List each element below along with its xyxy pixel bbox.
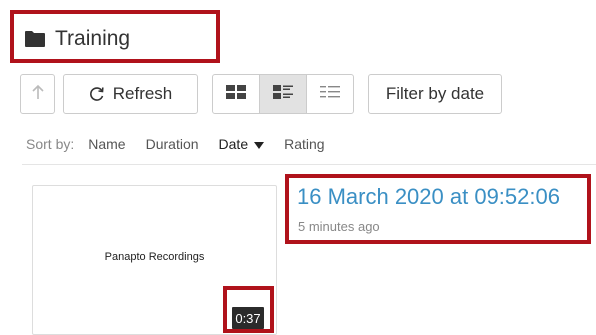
duration-badge: 0:37	[232, 307, 264, 329]
caret-down-icon	[254, 141, 265, 149]
refresh-button[interactable]: Refresh	[63, 74, 198, 114]
list-view-button[interactable]	[306, 74, 354, 114]
folder-header: Training	[24, 26, 130, 52]
refresh-icon	[89, 86, 105, 102]
thumbnail-caption: Panapto Recordings	[104, 251, 205, 263]
up-button[interactable]	[20, 74, 55, 114]
toolbar: Refresh Filter by date	[20, 74, 502, 114]
sort-label: Sort by:	[26, 136, 75, 152]
grid-icon	[225, 84, 247, 105]
detail-list-icon	[272, 84, 294, 105]
detail-view-button[interactable]	[259, 74, 307, 114]
session-relative-time: 5 minutes ago	[298, 219, 380, 234]
view-toggle-group	[212, 74, 354, 114]
divider	[22, 164, 596, 165]
sort-option-date-label: Date	[218, 136, 249, 152]
sort-option-name[interactable]: Name	[88, 136, 125, 152]
filter-by-date-button[interactable]: Filter by date	[368, 74, 502, 114]
folder-title: Training	[55, 27, 131, 50]
arrow-up-icon	[31, 84, 44, 105]
folder-icon	[24, 30, 46, 48]
sort-option-date[interactable]: Date	[219, 136, 265, 152]
sort-option-rating[interactable]: Rating	[284, 136, 324, 152]
sort-bar: Sort by: Name Duration Date Rating	[26, 136, 345, 152]
session-title-link[interactable]: 16 March 2020 at 09:52:06	[297, 184, 560, 210]
thumbnail-view-button[interactable]	[212, 74, 260, 114]
list-icon	[319, 84, 341, 105]
refresh-label: Refresh	[112, 84, 173, 103]
sort-option-duration[interactable]: Duration	[146, 136, 199, 152]
